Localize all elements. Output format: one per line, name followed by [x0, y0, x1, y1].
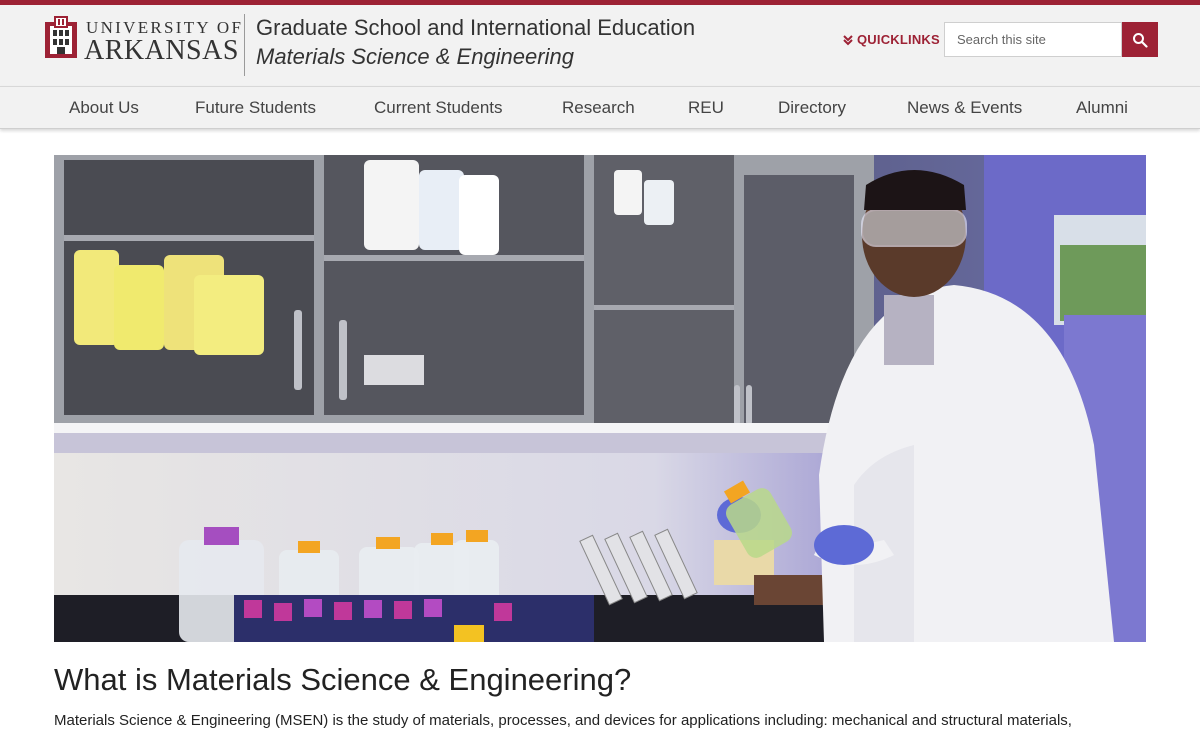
nav-news-events[interactable]: News & Events: [907, 87, 1022, 129]
quicklinks-label: QUICKLINKS: [857, 32, 940, 47]
lab-photo-illustration: [54, 155, 1146, 642]
search-icon: [1133, 32, 1148, 48]
hero-image: [54, 155, 1146, 642]
nav-directory[interactable]: Directory: [778, 87, 846, 129]
page-title: What is Materials Science & Engineering?: [54, 662, 632, 697]
nav-current-students[interactable]: Current Students: [374, 87, 503, 129]
nav-about-us[interactable]: About Us: [69, 87, 139, 129]
intro-paragraph: Materials Science & Engineering (MSEN) i…: [54, 712, 1072, 729]
search-input[interactable]: [944, 22, 1122, 57]
site-title[interactable]: Graduate School and International Educat…: [256, 15, 695, 41]
university-logo[interactable]: UNIVERSITY OF ARKANSAS: [44, 14, 241, 70]
nav-research[interactable]: Research: [562, 87, 635, 129]
header-divider: [244, 14, 245, 76]
old-main-icon: [45, 16, 77, 58]
university-name-line2: ARKANSAS: [84, 35, 239, 66]
site-subtitle[interactable]: Materials Science & Engineering: [256, 44, 574, 70]
nav-reu[interactable]: REU: [688, 87, 724, 129]
search-button[interactable]: [1122, 22, 1158, 57]
quicklinks-button[interactable]: QUICKLINKS: [842, 32, 940, 47]
nav-alumni[interactable]: Alumni: [1076, 87, 1128, 129]
nav-future-students[interactable]: Future Students: [195, 87, 316, 129]
site-header: UNIVERSITY OF ARKANSAS Graduate School a…: [0, 5, 1200, 86]
chevron-down-icon: [843, 34, 853, 45]
main-nav: About Us Future Students Current Student…: [0, 86, 1200, 129]
